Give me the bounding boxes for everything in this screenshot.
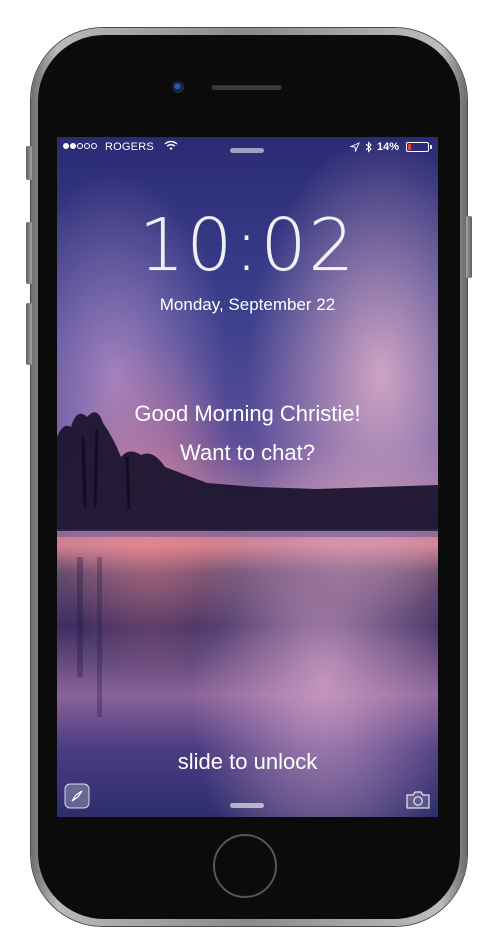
battery-terminal (430, 145, 432, 149)
bluetooth-icon (365, 141, 372, 153)
carrier-name: ROGERS (105, 141, 154, 153)
wifi-icon (164, 140, 178, 150)
location-arrow-icon (350, 142, 360, 152)
signal-strength-icon (63, 143, 97, 149)
home-button[interactable] (213, 834, 277, 898)
compass-icon[interactable] (64, 783, 90, 809)
volume-up-button[interactable] (26, 222, 32, 284)
lock-screen-time: 10:02 (138, 203, 357, 287)
status-bar: ROGERS 14% (57, 137, 438, 157)
lock-screen-date: Monday, September 22 (159, 295, 336, 314)
greeting-message: Good Morning Christie! (134, 401, 361, 426)
power-button[interactable] (466, 216, 472, 278)
control-center-grabber[interactable] (230, 803, 264, 808)
chat-prompt-message: Want to chat? (180, 440, 315, 465)
battery-icon (406, 142, 429, 152)
battery-percentage: 14% (377, 141, 400, 153)
slide-to-unlock[interactable]: slide to unlock (57, 749, 438, 775)
battery-level-fill (408, 144, 411, 150)
notification-center-grabber[interactable] (230, 148, 264, 153)
lock-screen: ROGERS 14% 10:02 Monday, September 22 Go… (57, 137, 438, 817)
front-camera (172, 81, 184, 93)
earpiece-speaker (211, 84, 282, 90)
mute-switch[interactable] (26, 146, 32, 180)
volume-down-button[interactable] (26, 303, 32, 365)
camera-icon[interactable] (405, 790, 431, 810)
